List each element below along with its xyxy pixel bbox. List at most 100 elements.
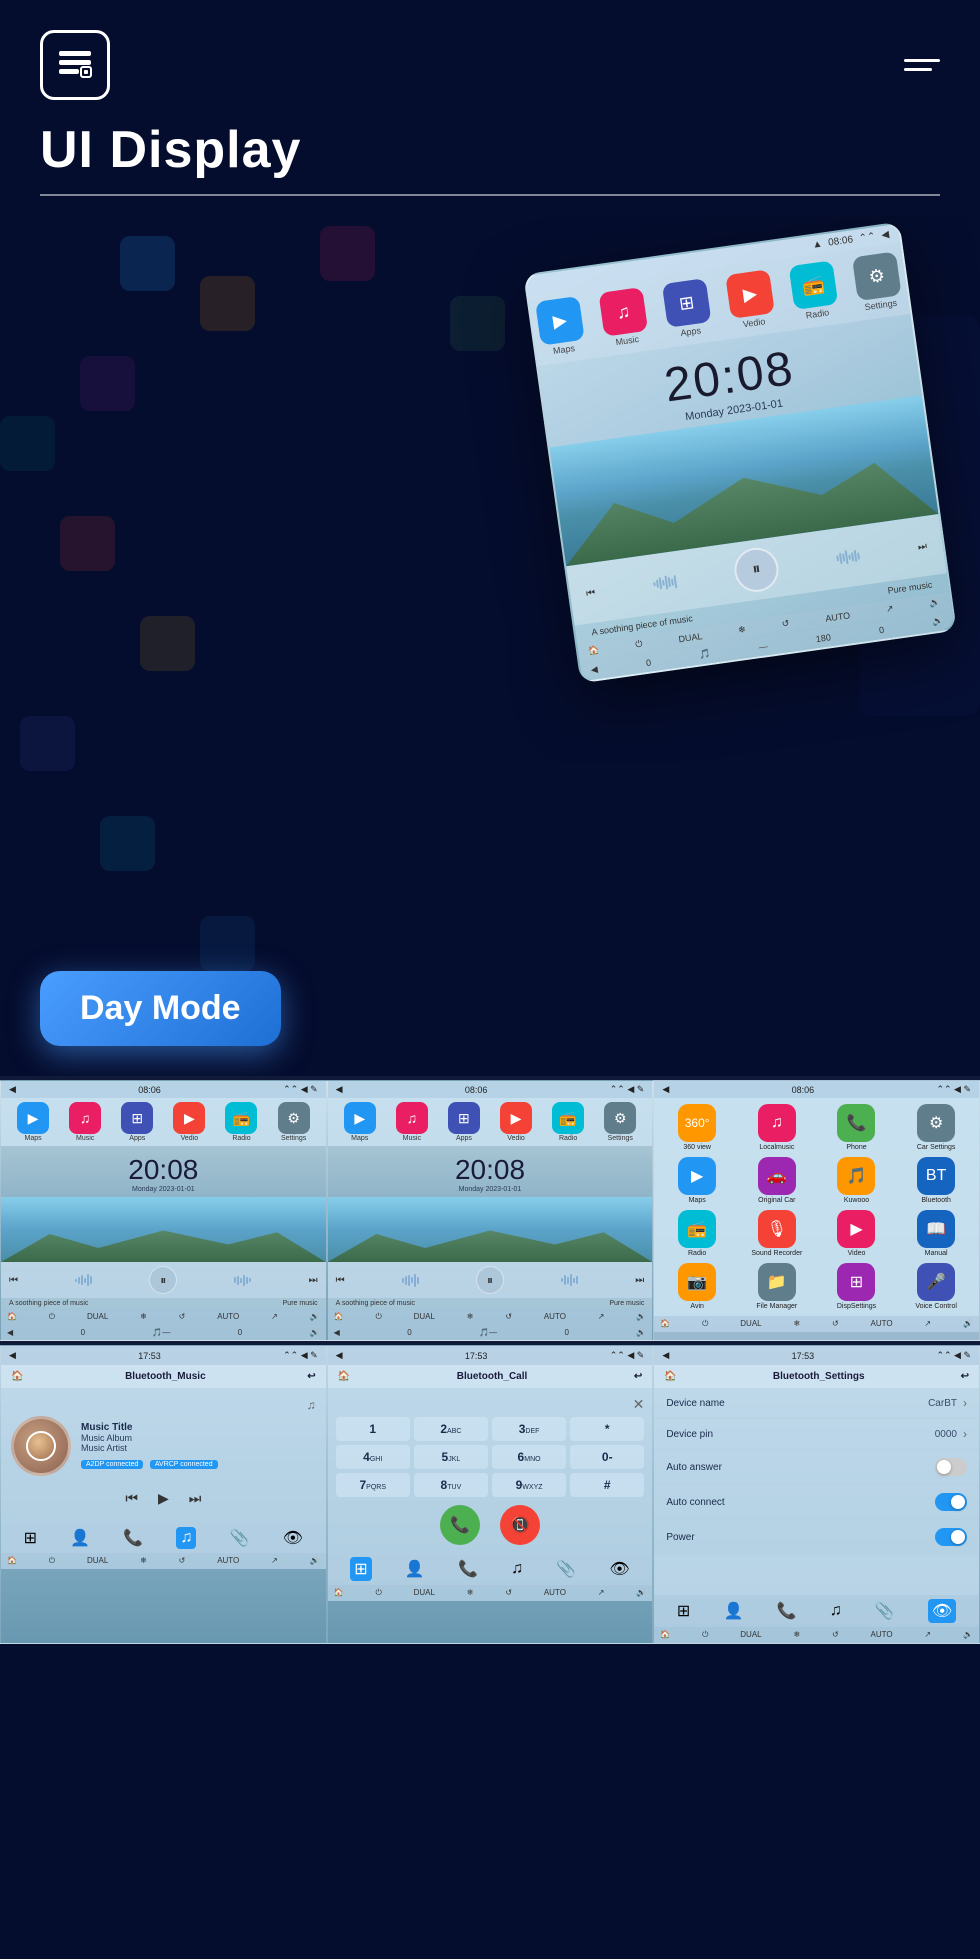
dial-close-icon[interactable]: ✕: [336, 1396, 645, 1413]
s2-next-icon[interactable]: ⏭: [635, 1275, 644, 1286]
s1-play-btn[interactable]: ⏸: [149, 1266, 177, 1294]
bt-settings-back-icon[interactable]: ↩: [961, 1371, 969, 1382]
grid-app-360view[interactable]: 360° 360 view: [660, 1104, 734, 1151]
dial-4[interactable]: 4GHI: [336, 1445, 410, 1469]
dial-6[interactable]: 6MNO: [492, 1445, 566, 1469]
bt-settings-icon-row: ⊞👤📞♫📎👁: [654, 1595, 979, 1627]
s1-settings-icon[interactable]: ⚙: [278, 1102, 310, 1134]
dial-reject-button[interactable]: 📵: [500, 1505, 540, 1545]
bt-call-bottom-bar: 🏠⏻DUAL❄↺AUTO↗🔊: [328, 1585, 653, 1601]
grid-app-origcar[interactable]: 🚗 Original Car: [740, 1157, 814, 1204]
grid-app-maps[interactable]: ▶ Maps: [660, 1157, 734, 1204]
dial-5[interactable]: 5JKL: [414, 1445, 488, 1469]
grid-app-localmusic[interactable]: ♫ Localmusic: [740, 1104, 814, 1151]
dial-9[interactable]: 9WXYZ: [492, 1473, 566, 1497]
grid-app-carsettings[interactable]: ⚙ Car Settings: [899, 1104, 973, 1151]
header-top: [40, 30, 940, 100]
s2-vedio-icon[interactable]: ▶: [500, 1102, 532, 1134]
bt-track-title: Music Title: [81, 1422, 316, 1433]
grid-app-soundrec[interactable]: 🎙 Sound Recorder: [740, 1210, 814, 1257]
screen1-app-bar: ▶ Maps ♫ Music ⊞ Apps ▶ Vedio 📻 Radio ⚙ …: [1, 1098, 326, 1146]
dial-accept-button[interactable]: 📞: [440, 1505, 480, 1545]
phone-app-settings[interactable]: ⚙ Settings: [852, 251, 903, 313]
s2-settings-icon[interactable]: ⚙: [604, 1102, 636, 1134]
s2-maps-icon[interactable]: ▶: [344, 1102, 376, 1134]
s1-apps-icon[interactable]: ⊞: [121, 1102, 153, 1134]
s1-prev-icon[interactable]: ⏮: [9, 1275, 18, 1286]
dial-7[interactable]: 7PQRS: [336, 1473, 410, 1497]
auto-answer-toggle[interactable]: [935, 1458, 967, 1476]
screen-music-1: ◀ 08:06 ⌃⌃ ◀ ✎ ▶ Maps ♫ Music ⊞ Apps ▶ V…: [0, 1080, 327, 1341]
prev-track-icon[interactable]: ⏮: [585, 587, 595, 599]
bt-call-back-icon[interactable]: ↩: [634, 1371, 642, 1382]
dial-hash[interactable]: #: [570, 1473, 644, 1497]
s1-music-icon[interactable]: ♫: [69, 1102, 101, 1134]
s1-radio-icon[interactable]: 📻: [225, 1102, 257, 1134]
bt-settings-title: Bluetooth_Settings: [773, 1371, 865, 1382]
waveform-right: [836, 547, 861, 566]
s2-apps-icon[interactable]: ⊞: [448, 1102, 480, 1134]
screen2-bottom-bar: 🏠⏻DUAL❄↺AUTO↗🔊: [328, 1309, 653, 1325]
screen3-bottom-bar: 🏠⏻DUAL❄↺AUTO↗🔊: [654, 1316, 979, 1332]
s1-next-icon[interactable]: ⏭: [309, 1275, 318, 1286]
origcar-icon: 🚗: [758, 1157, 796, 1195]
bt-auto-connect-row: Auto connect: [654, 1485, 979, 1520]
phone-app-music[interactable]: ♫ Music: [598, 287, 649, 349]
bt-track-info: Music Title Music Album Music Artist A2D…: [81, 1422, 316, 1471]
grid-app-dispsettings[interactable]: ⊞ DispSettings: [820, 1263, 894, 1310]
dial-8[interactable]: 8TUV: [414, 1473, 488, 1497]
phone-app-radio[interactable]: 📻 Radio: [789, 260, 840, 322]
phone-app-maps[interactable]: ▶ Maps: [535, 296, 586, 358]
auto-answer-thumb: [937, 1460, 951, 1474]
s1-vedio-icon[interactable]: ▶: [173, 1102, 205, 1134]
dial-2[interactable]: 2ABC: [414, 1417, 488, 1441]
bt-prev-icon[interactable]: ⏮: [125, 1490, 138, 1507]
bt-device-pin-chevron-icon[interactable]: ›: [963, 1427, 967, 1441]
dispsettings-icon: ⊞: [837, 1263, 875, 1301]
s2-play-btn[interactable]: ⏸: [476, 1266, 504, 1294]
next-track-icon[interactable]: ⏭: [917, 540, 927, 552]
grid-app-kuwooo[interactable]: 🎵 Kuwooo: [820, 1157, 894, 1204]
hamburger-menu[interactable]: [904, 59, 940, 71]
hero-section: ▲ 08:06 ⌃⌃◀ ▶ Maps ♫ Music ⊞ Apps ▶ Vedi…: [0, 216, 980, 1076]
screens-grid-row1: ◀ 08:06 ⌃⌃ ◀ ✎ ▶ Maps ♫ Music ⊞ Apps ▶ V…: [0, 1080, 980, 1341]
day-mode-badge: Day Mode: [40, 971, 281, 1046]
dial-0dash[interactable]: 0-: [570, 1445, 644, 1469]
grid-app-phone[interactable]: 📞 Phone: [820, 1104, 894, 1151]
grid-app-avin[interactable]: 📷 Avin: [660, 1263, 734, 1310]
grid-app-video[interactable]: ▶ Video: [820, 1210, 894, 1257]
bt-power-label: Power: [666, 1532, 694, 1543]
grid-app-filemanager[interactable]: 📁 File Manager: [740, 1263, 814, 1310]
bt-music-back-icon[interactable]: ↩: [307, 1371, 315, 1382]
bt-auto-connect-label: Auto connect: [666, 1497, 724, 1508]
bt-music-screen: ◀ 17:53 ⌃⌃ ◀ ✎ 🏠 Bluetooth_Music ↩ ♫ Mus…: [0, 1345, 327, 1644]
screen-music-2: ◀ 08:06 ⌃⌃ ◀ ✎ ▶ Maps ♫ Music ⊞ Apps ▶ V…: [327, 1080, 654, 1341]
bt-device-name-chevron-icon[interactable]: ›: [963, 1396, 967, 1410]
bt-device-pin-label: Device pin: [666, 1429, 713, 1440]
bt-next-icon[interactable]: ⏭: [189, 1490, 202, 1507]
bt-settings-screen: ◀ 17:53 ⌃⌃ ◀ ✎ 🏠 Bluetooth_Settings ↩ De…: [653, 1345, 980, 1644]
phone-app-apps[interactable]: ⊞ Apps: [662, 278, 713, 340]
bt-call-screen: ◀ 17:53 ⌃⌃ ◀ ✎ 🏠 Bluetooth_Call ↩ ✕ 1 2A…: [327, 1345, 654, 1644]
s2-music-icon[interactable]: ♫: [396, 1102, 428, 1134]
grid-app-radio[interactable]: 📻 Radio: [660, 1210, 734, 1257]
s2-radio-icon[interactable]: 📻: [552, 1102, 584, 1134]
play-pause-button[interactable]: ⏸: [732, 545, 782, 595]
grid-app-bluetooth[interactable]: BT Bluetooth: [899, 1157, 973, 1204]
s2-prev-icon[interactable]: ⏮: [336, 1275, 345, 1286]
screen2-music-row: ⏮ ⏸ ⏭: [328, 1262, 653, 1298]
dial-3[interactable]: 3DEF: [492, 1417, 566, 1441]
bt-call-title-bar: 🏠 Bluetooth_Call ↩: [328, 1365, 653, 1388]
dial-1[interactable]: 1: [336, 1417, 410, 1441]
bt-track-artist: Music Artist: [81, 1443, 316, 1453]
grid-app-manual[interactable]: 📖 Manual: [899, 1210, 973, 1257]
bt-avrcp-tag: AVRCP connected: [150, 1460, 218, 1469]
bt-power-toggle[interactable]: [935, 1528, 967, 1546]
screen2-status: ◀ 08:06 ⌃⌃ ◀ ✎: [328, 1081, 653, 1098]
phone-app-vedio[interactable]: ▶ Vedio: [725, 269, 776, 331]
dial-star[interactable]: *: [570, 1417, 644, 1441]
auto-connect-toggle[interactable]: [935, 1493, 967, 1511]
s1-maps-icon[interactable]: ▶: [17, 1102, 49, 1134]
grid-app-voicecontrol[interactable]: 🎤 Voice Control: [899, 1263, 973, 1310]
bt-play-icon[interactable]: ▶: [158, 1490, 169, 1507]
